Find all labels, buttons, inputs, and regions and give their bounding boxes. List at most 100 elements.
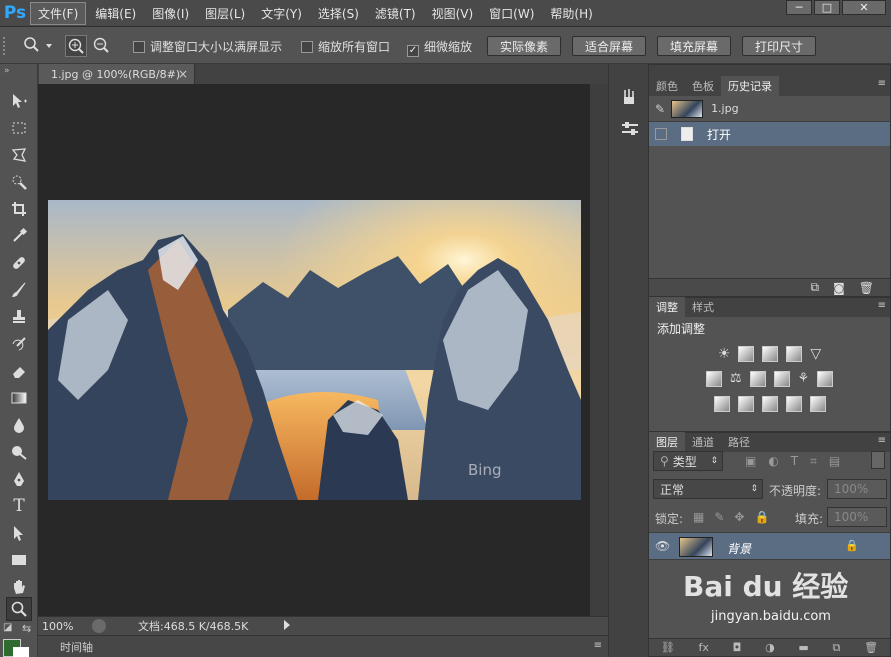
collapse-icon[interactable]: » (4, 66, 10, 76)
blur-tool-icon[interactable] (6, 413, 32, 437)
document-tab[interactable]: 1.jpg @ 100%(RGB/8#) × (39, 64, 195, 84)
fill-input[interactable]: 100% (827, 507, 887, 527)
link-icon[interactable]: ⛓ (661, 641, 675, 654)
fill-screen-button[interactable]: 填充屏幕 (657, 36, 731, 56)
tab-channels[interactable]: 通道 (685, 432, 721, 452)
document-image[interactable]: Bing (48, 200, 581, 500)
photo-filter-icon[interactable] (773, 371, 790, 387)
rectangle-tool-icon[interactable] (6, 548, 32, 572)
minimize-button[interactable]: ─ (786, 0, 812, 15)
path-selection-tool-icon[interactable] (6, 521, 32, 545)
folder-icon[interactable]: ▬ (798, 641, 808, 654)
resize-windows-checkbox[interactable] (133, 41, 145, 53)
gradient-map-icon[interactable] (809, 396, 826, 412)
zoom-out-icon[interactable] (91, 35, 113, 57)
zoom-tool-preset-icon[interactable] (22, 35, 56, 55)
menu-image[interactable]: 图像(I) (145, 3, 196, 24)
menu-view[interactable]: 视图(V) (425, 3, 481, 24)
timeline-label[interactable]: 时间轴 (60, 639, 93, 655)
layer-filter-select[interactable]: ⚲ 类型 ⇕ (653, 451, 723, 471)
lasso-tool-icon[interactable] (6, 143, 32, 167)
levels-icon[interactable] (738, 346, 755, 362)
zoom-level[interactable]: 100% (42, 620, 88, 633)
timeline-menu-icon[interactable]: ≡ (594, 640, 602, 651)
history-source-checkbox[interactable] (655, 128, 667, 140)
tab-swatches[interactable]: 色板 (685, 76, 721, 96)
eye-icon[interactable]: 👁 (655, 539, 670, 553)
menu-edit[interactable]: 编辑(E) (88, 3, 143, 24)
history-brush-panel-icon[interactable] (617, 84, 643, 110)
trash-icon[interactable]: 🗑 (859, 281, 874, 295)
brush-tool-icon[interactable] (6, 278, 32, 302)
filter-toggle[interactable] (871, 451, 885, 469)
eraser-tool-icon[interactable] (6, 359, 32, 383)
fx-icon[interactable]: fx (699, 641, 709, 654)
color-lookup-icon[interactable] (817, 371, 834, 387)
scrubby-zoom-checkbox[interactable]: ✓ (407, 45, 419, 57)
move-tool-icon[interactable] (6, 89, 32, 113)
vibrance-icon[interactable]: ▽ (810, 346, 821, 362)
eyedropper-tool-icon[interactable] (6, 224, 32, 248)
opacity-input[interactable]: 100% (827, 479, 887, 499)
curves-icon[interactable] (762, 346, 779, 362)
swap-colors-icon[interactable]: ⇆ (22, 622, 31, 635)
properties-panel-icon[interactable] (617, 116, 643, 142)
pen-tool-icon[interactable] (6, 467, 32, 491)
tab-history[interactable]: 历史记录 (721, 76, 779, 96)
marquee-tool-icon[interactable] (6, 116, 32, 140)
status-menu-arrow-icon[interactable] (284, 620, 290, 630)
adjustments-menu-icon[interactable]: ≡ (878, 300, 886, 311)
camera-icon[interactable]: ◙ (833, 281, 845, 295)
tab-layers[interactable]: 图层 (649, 432, 685, 452)
menu-window[interactable]: 窗口(W) (482, 3, 541, 24)
blend-mode-select[interactable]: 正常 ⇕ (653, 479, 763, 499)
history-snapshot[interactable]: ✎ 1.jpg (649, 96, 890, 122)
new-layer-icon[interactable]: ⧉ (833, 641, 841, 655)
trash-icon[interactable]: 🗑 (864, 641, 878, 654)
tab-paths[interactable]: 路径 (721, 432, 757, 452)
tab-adjustments[interactable]: 调整 (649, 297, 685, 317)
brightness-icon[interactable]: ☀ (718, 346, 731, 362)
snapshot-brush-icon[interactable]: ✎ (655, 102, 665, 116)
default-colors-icon[interactable]: ◪ (3, 622, 12, 633)
healing-brush-tool-icon[interactable] (6, 251, 32, 275)
actual-pixels-button[interactable]: 实际像素 (487, 36, 561, 56)
layer-row[interactable]: 👁 背景 🔒 (649, 532, 890, 560)
zoom-all-checkbox[interactable] (301, 41, 313, 53)
tab-color[interactable]: 颜色 (649, 76, 685, 96)
clone-stamp-tool-icon[interactable] (6, 305, 32, 329)
status-info-icon[interactable] (92, 619, 106, 633)
zoom-tool-icon[interactable] (6, 597, 32, 621)
adjustment-icon[interactable]: ◑ (765, 641, 775, 654)
threshold-icon[interactable] (761, 396, 778, 412)
print-size-button[interactable]: 打印尺寸 (742, 36, 816, 56)
posterize-icon[interactable] (737, 396, 754, 412)
menu-type[interactable]: 文字(Y) (254, 3, 309, 24)
layers-menu-icon[interactable]: ≡ (878, 435, 886, 446)
zoom-in-icon[interactable] (65, 35, 87, 57)
zoom-all-windows-option[interactable]: 缩放所有窗口 (301, 38, 390, 55)
dodge-tool-icon[interactable] (6, 440, 32, 464)
panel-menu-icon[interactable]: ≡ (878, 78, 886, 89)
background-color-swatch[interactable] (13, 647, 29, 657)
type-tool-icon[interactable]: T (6, 494, 32, 518)
exposure-icon[interactable] (786, 346, 803, 362)
menu-layer[interactable]: 图层(L) (198, 3, 252, 24)
menu-help[interactable]: 帮助(H) (543, 3, 599, 24)
selective-color-icon[interactable] (785, 396, 802, 412)
invert-icon[interactable] (713, 396, 730, 412)
hand-tool-icon[interactable] (6, 575, 32, 599)
close-button[interactable]: ✕ (842, 0, 886, 15)
new-document-from-state-icon[interactable]: ⧉ (811, 280, 820, 295)
resize-windows-option[interactable]: 调整窗口大小以满屏显示 (133, 38, 282, 55)
crop-tool-icon[interactable] (6, 197, 32, 221)
lock-icons[interactable]: ▦✎✥🔒 (693, 510, 779, 524)
color-balance-icon[interactable]: ⚖ (730, 371, 742, 387)
fit-screen-button[interactable]: 适合屏幕 (572, 36, 646, 56)
maximize-button[interactable]: □ (814, 0, 840, 15)
history-entry-open[interactable]: 打开 (649, 122, 890, 146)
quick-selection-tool-icon[interactable] (6, 170, 32, 194)
hue-saturation-icon[interactable] (705, 371, 722, 387)
black-white-icon[interactable] (749, 371, 766, 387)
menu-select[interactable]: 选择(S) (311, 3, 366, 24)
